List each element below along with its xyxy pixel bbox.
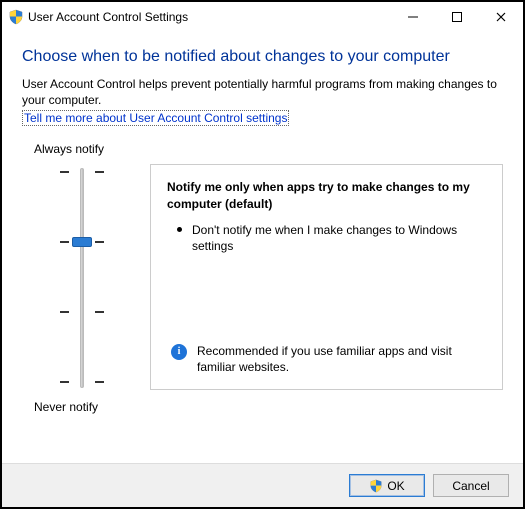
- uac-shield-icon: [369, 479, 383, 493]
- slider-tick: [95, 311, 104, 313]
- slider-tick: [60, 241, 69, 243]
- slider-top-label: Always notify: [22, 142, 104, 156]
- level-description-panel: Notify me only when apps try to make cha…: [150, 164, 503, 390]
- recommendation-text: Recommended if you use familiar apps and…: [197, 343, 486, 375]
- title-bar: User Account Control Settings: [2, 2, 523, 32]
- slider-tick: [95, 171, 104, 173]
- slider-tick: [60, 311, 69, 313]
- button-bar: OK Cancel: [2, 463, 523, 507]
- slider-tick: [60, 381, 69, 383]
- uac-shield-icon: [8, 9, 24, 25]
- ok-button-label: OK: [387, 479, 404, 493]
- window-controls: [391, 2, 523, 32]
- slider-track: [80, 168, 84, 388]
- level-bullet-row: Don't notify me when I make changes to W…: [167, 222, 486, 254]
- slider-tick: [95, 241, 104, 243]
- page-description: User Account Control helps prevent poten…: [22, 76, 503, 108]
- recommendation-row: Recommended if you use familiar apps and…: [167, 343, 486, 375]
- close-icon: [496, 12, 506, 22]
- minimize-button[interactable]: [391, 2, 435, 32]
- maximize-icon: [452, 12, 462, 22]
- slider-bottom-label: Never notify: [22, 400, 98, 414]
- content-area: Choose when to be notified about changes…: [2, 32, 523, 463]
- level-title: Notify me only when apps try to make cha…: [167, 179, 486, 211]
- page-heading: Choose when to be notified about changes…: [22, 48, 503, 66]
- minimize-icon: [408, 12, 418, 22]
- maximize-button[interactable]: [435, 2, 479, 32]
- slider-tick: [60, 171, 69, 173]
- close-button[interactable]: [479, 2, 523, 32]
- cancel-button-label: Cancel: [452, 479, 489, 493]
- level-bullet-text: Don't notify me when I make changes to W…: [192, 222, 486, 254]
- slider-thumb[interactable]: [72, 237, 92, 247]
- learn-more-link[interactable]: Tell me more about User Account Control …: [22, 110, 289, 126]
- info-icon: [171, 344, 187, 360]
- slider-column: Always notify Never notify: [22, 142, 142, 414]
- cancel-button[interactable]: Cancel: [433, 474, 509, 497]
- bullet-icon: [177, 227, 182, 232]
- slider-area: Always notify Never notify Notify me onl…: [22, 142, 503, 414]
- notification-level-slider[interactable]: [52, 168, 112, 388]
- slider-tick: [95, 381, 104, 383]
- ok-button[interactable]: OK: [349, 474, 425, 497]
- window-title: User Account Control Settings: [24, 10, 391, 24]
